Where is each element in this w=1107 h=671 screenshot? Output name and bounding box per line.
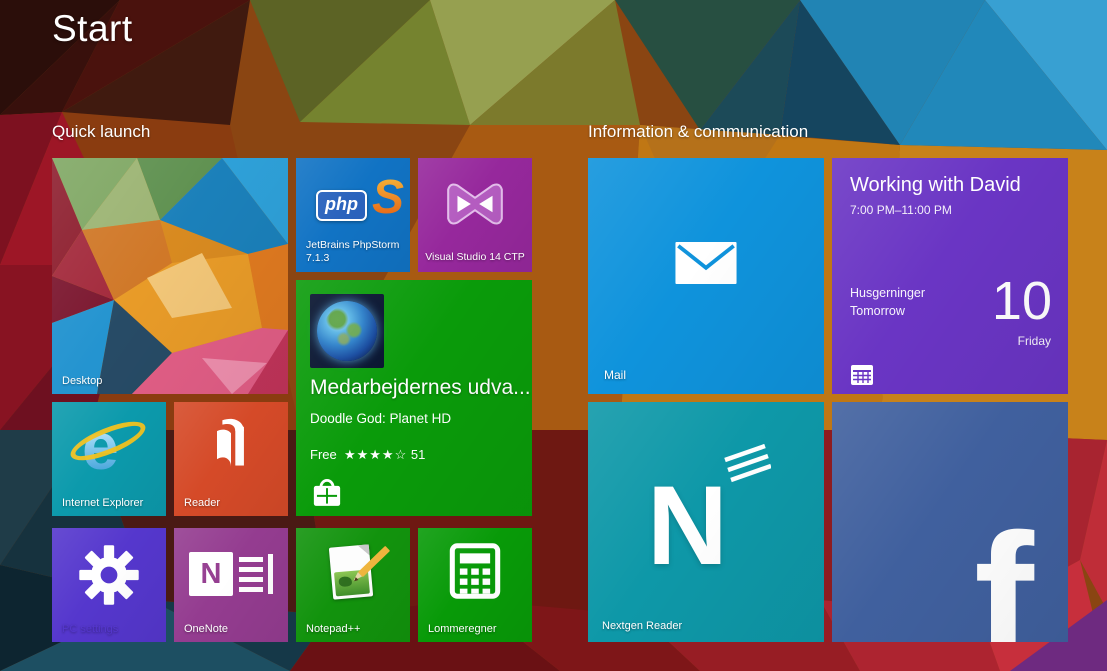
calendar-date-number: 10 — [992, 274, 1052, 328]
tile-label-nextgen-reader: Nextgen Reader — [602, 620, 682, 632]
tile-internet-explorer[interactable]: e Internet Explorer — [52, 402, 166, 516]
store-rating-count: 51 — [411, 447, 425, 462]
phpstorm-logo-icon: php S — [310, 180, 410, 236]
nextgen-n-glyph: N — [647, 470, 728, 582]
tile-label-notepadpp: Notepad++ — [306, 623, 360, 635]
calendar-event-title: Working with David — [850, 174, 1021, 197]
visual-studio-logo-icon — [442, 176, 508, 232]
store-app-thumbnail — [310, 294, 384, 368]
tile-label-phpstorm: JetBrains PhpStorm 7.1.3 — [306, 239, 399, 265]
store-price: Free — [310, 447, 337, 462]
tile-label-desktop: Desktop — [62, 375, 102, 387]
star-rating-icon: ★★★★ — [344, 447, 395, 462]
tile-facebook[interactable]: f — [832, 402, 1068, 642]
calendar-day-name: Friday — [1018, 334, 1051, 348]
tile-label-pc-settings: PC settings — [62, 623, 118, 635]
start-screen: Start Quick launch Information & communi… — [0, 0, 1107, 671]
php-logo-text: php — [316, 190, 367, 221]
tile-mail[interactable]: Mail — [588, 158, 824, 394]
tile-notepadpp[interactable]: Notepad++ — [296, 528, 410, 642]
calculator-icon — [446, 542, 504, 600]
calendar-event-time: 7:00 PM–11:00 PM — [850, 203, 952, 217]
tile-label-onenote: OneNote — [184, 623, 228, 635]
tile-desktop[interactable]: Desktop — [52, 158, 288, 394]
tile-phpstorm[interactable]: php S JetBrains PhpStorm 7.1.3 — [296, 158, 410, 272]
calendar-next-event: Husgerninger Tomorrow — [850, 284, 925, 320]
calendar-icon — [850, 364, 874, 386]
onenote-n-glyph: N — [201, 558, 222, 591]
group-header-information-communication: Information & communication — [588, 122, 808, 142]
tile-label-visual-studio: Visual Studio 14 CTP — [418, 251, 532, 263]
nextgen-reader-logo-icon: N — [641, 444, 771, 594]
store-app-title: Medarbejdernes udva... — [310, 376, 531, 400]
store-bag-icon — [310, 476, 344, 508]
page-title: Start — [52, 8, 133, 50]
tile-nextgen-reader[interactable]: N Nextgen Reader — [588, 402, 824, 642]
star-empty-icon: ☆ — [395, 447, 408, 462]
reader-book-icon — [205, 416, 257, 472]
tile-calendar[interactable]: Working with David 7:00 PM–11:00 PM Husg… — [832, 158, 1068, 394]
calendar-next-event-title: Husgerninger — [850, 284, 925, 302]
internet-explorer-logo-icon: e — [66, 414, 152, 492]
desktop-wallpaper-thumbnail — [52, 158, 288, 394]
calendar-next-event-time: Tomorrow — [850, 302, 925, 320]
tile-calculator[interactable]: Lommeregner — [418, 528, 532, 642]
phpstorm-s-glyph: S — [372, 170, 404, 225]
gear-icon — [78, 544, 140, 606]
facebook-f-glyph: f — [974, 508, 1034, 642]
tile-label-calculator: Lommeregner — [428, 623, 496, 635]
onenote-logo-icon: N — [189, 552, 273, 596]
tile-label-internet-explorer: Internet Explorer — [62, 497, 143, 509]
mail-envelope-icon — [675, 242, 737, 284]
tile-store[interactable]: Medarbejdernes udva... Doodle God: Plane… — [296, 280, 532, 516]
tile-visual-studio[interactable]: Visual Studio 14 CTP — [418, 158, 532, 272]
notepadpp-logo-icon — [321, 542, 385, 608]
tile-reader[interactable]: Reader — [174, 402, 288, 516]
group-header-quick-launch: Quick launch — [52, 122, 150, 142]
nextgen-stripes-icon — [719, 444, 771, 484]
store-app-rating: Free ★★★★☆ 51 — [310, 447, 425, 463]
tile-label-mail: Mail — [604, 368, 626, 382]
tile-pc-settings[interactable]: PC settings — [52, 528, 166, 642]
tile-label-reader: Reader — [184, 497, 220, 509]
store-app-subtitle: Doodle God: Planet HD — [310, 411, 451, 426]
tile-onenote[interactable]: N OneNote — [174, 528, 288, 642]
